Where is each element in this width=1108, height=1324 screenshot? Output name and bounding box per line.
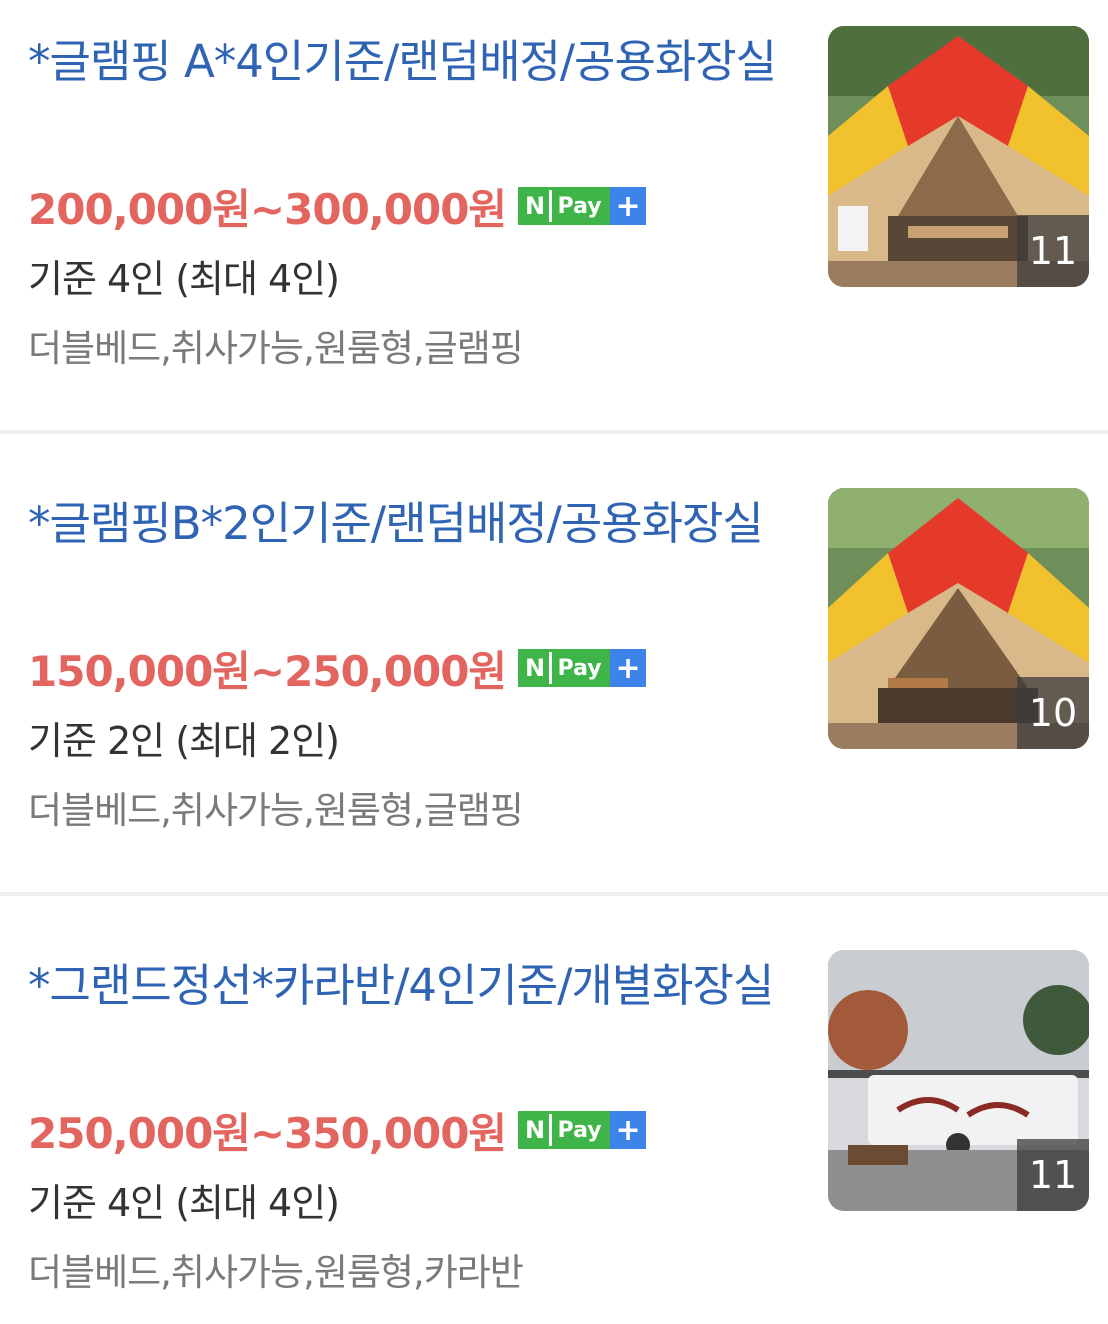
room-features: 더블베드,취사가능,원룸형,글램핑 (28, 789, 524, 832)
room-title[interactable]: *글램핑 A*4인기준/랜덤배정/공용화장실 (28, 30, 788, 94)
naver-pay-plus-badge: N Pay + (518, 1111, 647, 1149)
price-row: 150,000원~250,000원 N Pay + (28, 638, 647, 698)
room-price: 200,000원~300,000원 (28, 184, 507, 234)
photo-count-badge: 10 (1017, 677, 1089, 749)
room-list-item[interactable]: *그랜드정선*카라반/4인기준/개별화장실 250,000원~350,000원 … (0, 924, 1108, 1324)
price-row: 200,000원~300,000원 N Pay + (28, 176, 647, 236)
room-price: 250,000원~350,000원 (28, 1108, 507, 1158)
room-list-item[interactable]: *글램핑 A*4인기준/랜덤배정/공용화장실 200,000원~300,000원… (0, 0, 1108, 462)
naver-n-icon: N (521, 652, 550, 684)
plus-icon: + (610, 1111, 647, 1149)
room-price: 150,000원~250,000원 (28, 646, 507, 696)
room-title[interactable]: *글램핑B*2인기준/랜덤배정/공용화장실 (28, 492, 788, 556)
divider (0, 430, 1108, 434)
price-row: 250,000원~350,000원 N Pay + (28, 1100, 647, 1160)
room-features: 더블베드,취사가능,원룸형,카라반 (28, 1251, 524, 1294)
npay-label: Pay (549, 1114, 608, 1146)
naver-n-icon: N (521, 190, 550, 222)
naver-pay-plus-badge: N Pay + (518, 649, 647, 687)
divider (0, 892, 1108, 896)
room-thumbnail[interactable]: 11 (828, 26, 1089, 287)
plus-icon: + (610, 187, 647, 225)
naver-pay-plus-badge: N Pay + (518, 187, 647, 225)
npay-label: Pay (549, 190, 608, 222)
room-capacity: 기준 2인 (최대 2인) (28, 719, 340, 763)
photo-count-badge: 11 (1017, 1139, 1089, 1211)
room-list-item[interactable]: *글램핑B*2인기준/랜덤배정/공용화장실 150,000원~250,000원 … (0, 462, 1108, 924)
naver-n-icon: N (521, 1114, 550, 1146)
room-thumbnail[interactable]: 10 (828, 488, 1089, 749)
npay-label: Pay (549, 652, 608, 684)
room-title[interactable]: *그랜드정선*카라반/4인기준/개별화장실 (28, 954, 788, 1018)
room-capacity: 기준 4인 (최대 4인) (28, 257, 340, 301)
photo-count-badge: 11 (1017, 215, 1089, 287)
room-capacity: 기준 4인 (최대 4인) (28, 1181, 340, 1225)
room-features: 더블베드,취사가능,원룸형,글램핑 (28, 327, 524, 370)
plus-icon: + (610, 649, 647, 687)
room-thumbnail[interactable]: 11 (828, 950, 1089, 1211)
room-list: *글램핑 A*4인기준/랜덤배정/공용화장실 200,000원~300,000원… (0, 0, 1108, 1324)
